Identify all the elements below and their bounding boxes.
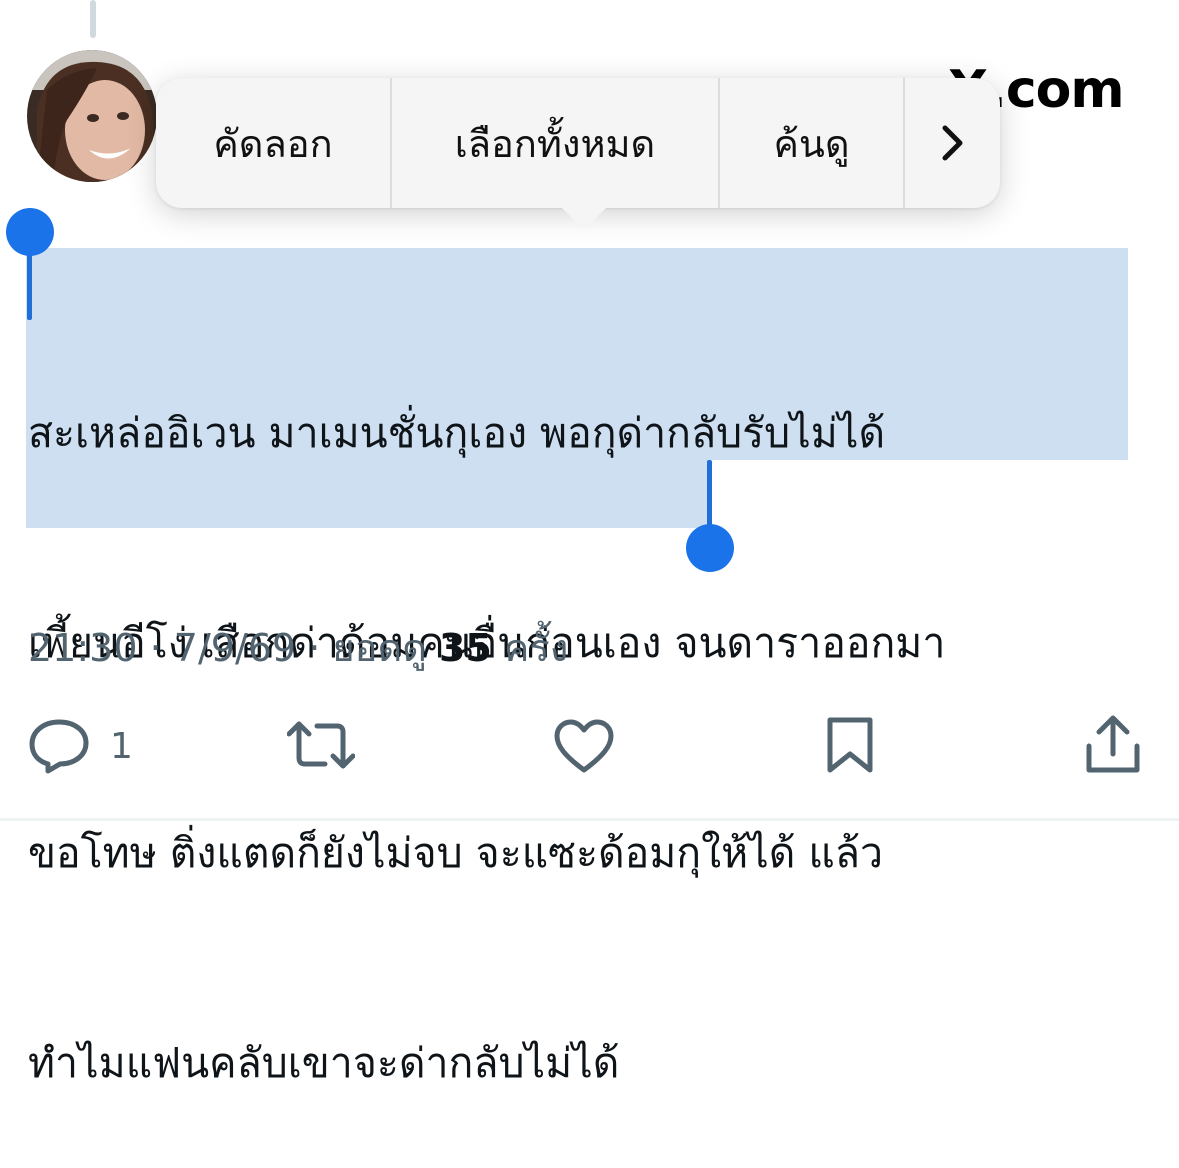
meta-separator: · [149,626,162,670]
thread-connector-line [90,0,96,38]
tweet-metadata: 21:30 · 7/9/69 · ยอดดู 35 ครั้ง [28,617,568,678]
avatar[interactable] [27,50,157,182]
like-icon [554,719,614,773]
select-all-menu-item[interactable]: เลือกทั้งหมด [392,78,720,208]
chevron-right-icon [942,125,962,161]
tweet-text-line: สะเหล่ออิเวน มาเมนชั่นกุเอง พอกุด่ากลับร… [28,409,886,457]
share-button[interactable] [1085,714,1141,774]
avatar-image [27,50,157,182]
more-options-button[interactable] [905,78,1000,208]
tweet-text[interactable]: สะเหล่ออิเวน มาเมนชั่นกุเอง พอกุด่ากลับร… [28,258,1148,1168]
views-suffix: ครั้ง [503,626,569,670]
text-selection-context-menu: คัดลอก เลือกทั้งหมด ค้นดู [156,78,1000,230]
retweet-icon [287,721,355,769]
look-up-menu-item[interactable]: ค้นดู [720,78,905,208]
tweet-date[interactable]: 7/9/69 [174,626,296,670]
views-prefix: ยอดดู [332,626,427,670]
views-count: 35 [438,626,492,670]
selection-start-handle[interactable] [6,208,54,256]
meta-separator: · [308,626,321,670]
tweet-text-line: ทำไมแฟนคลับเขาจะด่ากลับไม่ได้ [28,1039,620,1087]
reply-button[interactable]: 1 [28,718,133,774]
reply-icon [29,719,89,774]
selection-end-handle[interactable] [686,524,734,572]
reply-count: 1 [110,725,133,767]
tweet-text-line: ขอโทษ ติ่งแตดก็ยังไม่จบ จะแซะด้อมกุให้ได… [28,829,883,877]
bookmark-icon [827,717,873,773]
share-icon [1086,715,1140,773]
bookmark-button[interactable] [824,716,876,774]
tweet-time[interactable]: 21:30 [28,626,138,670]
copy-menu-item[interactable]: คัดลอก [156,78,392,208]
retweet-button[interactable] [287,718,355,772]
like-button[interactable] [553,718,615,774]
